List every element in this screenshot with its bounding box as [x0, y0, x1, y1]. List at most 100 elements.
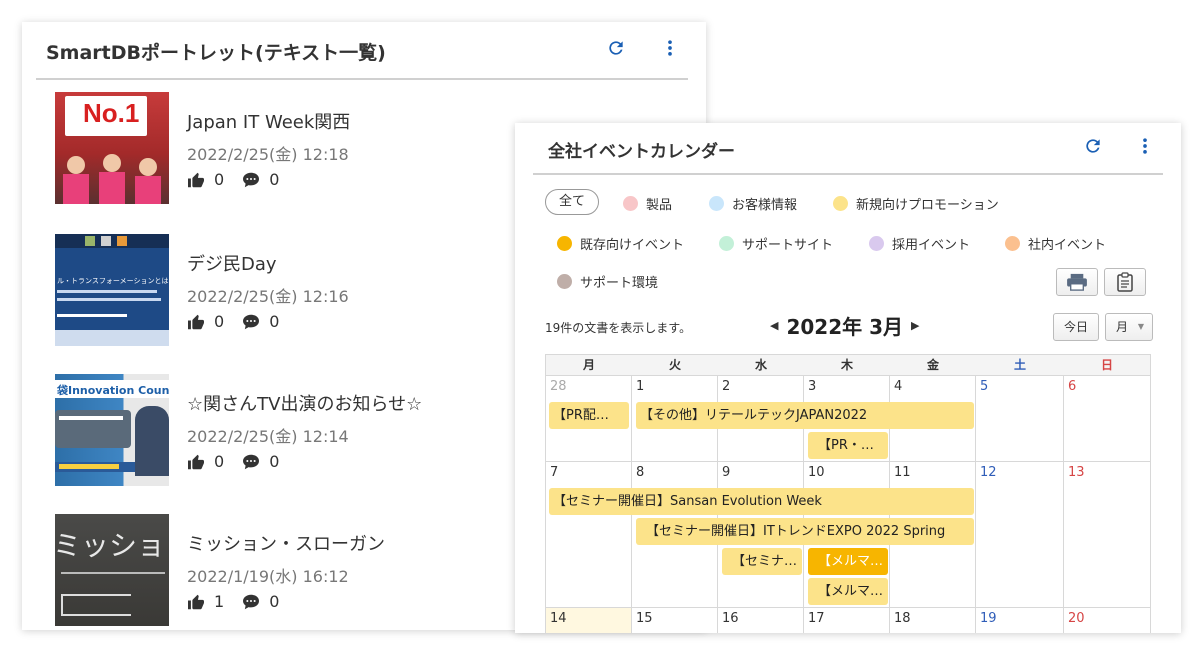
printer-icon	[1067, 273, 1087, 291]
screen: SmartDBポートレット(テキスト一覧) No.1 Japan IT Week…	[0, 0, 1200, 653]
thumbnail-text: ル・トランスフォーメーションとは	[57, 277, 169, 285]
calendar-day[interactable]: 13	[1064, 462, 1151, 607]
like-count[interactable]: 1	[187, 592, 224, 611]
calendar-day[interactable]: 15	[632, 608, 718, 633]
clipboard-button[interactable]	[1104, 268, 1146, 296]
weekday-header: 月 火 水 木 金 土 日	[545, 354, 1151, 376]
calendar-event[interactable]: 【メルマ…	[808, 548, 888, 575]
calendar-day[interactable]: 16	[718, 608, 804, 633]
weekday-label: 金	[926, 358, 939, 372]
portlet-header: SmartDBポートレット(テキスト一覧)	[22, 22, 706, 78]
legend-dot	[833, 196, 848, 211]
thumbs-up-icon	[188, 172, 204, 187]
post-stats: 0 0	[187, 312, 297, 331]
post-stats: 0 0	[187, 170, 297, 189]
weekday-label: 火	[668, 358, 681, 372]
like-count[interactable]: 0	[187, 170, 224, 189]
post-title[interactable]: ミッション・スローガン	[187, 530, 385, 556]
thumbs-up-icon	[188, 454, 204, 469]
comment-count[interactable]: 0	[242, 452, 279, 471]
post-stats: 1 0	[187, 592, 297, 611]
calendar-week: 14 15 16 17 18 19 20	[545, 608, 1151, 633]
month-navigation: ◀ 2022年 3月 ▶	[770, 311, 919, 340]
calendar-event[interactable]: 【セミナ…	[722, 548, 802, 575]
legend-dot	[709, 196, 724, 211]
comment-count[interactable]: 0	[242, 592, 279, 611]
post-thumbnail: No.1	[55, 92, 169, 204]
calendar-day[interactable]: 5	[976, 376, 1064, 461]
legend-item[interactable]: お客様情報	[709, 194, 797, 213]
post-title[interactable]: ☆関さんTV出演のお知らせ☆	[187, 390, 422, 416]
post-title[interactable]: Japan IT Week関西	[187, 108, 350, 134]
legend-dot	[623, 196, 638, 211]
legend-dot	[1005, 236, 1020, 251]
legend-item[interactable]: 採用イベント	[869, 234, 970, 253]
legend-item[interactable]: 既存向けイベント	[557, 234, 684, 253]
divider	[36, 78, 688, 80]
weekday-label: 月	[582, 358, 595, 372]
calendar-event[interactable]: 【PR・…	[808, 432, 888, 459]
post-date: 2022/2/25(金) 12:16	[187, 287, 349, 306]
view-select[interactable]: 月 ▼	[1105, 313, 1153, 341]
thumbnail-text: 袋Innovation Council	[57, 384, 169, 397]
post-stats: 0 0	[187, 452, 297, 471]
legend-item[interactable]: サポート環境	[557, 272, 658, 291]
calendar-day[interactable]: 17	[804, 608, 890, 633]
next-month-icon[interactable]: ▶	[911, 319, 919, 332]
like-count[interactable]: 0	[187, 312, 224, 331]
print-button[interactable]	[1056, 268, 1098, 296]
calendar-day[interactable]: 18	[890, 608, 976, 633]
post-title[interactable]: デジ民Day	[187, 250, 277, 276]
today-button[interactable]: 今日	[1053, 313, 1099, 341]
portlet-title: 全社イベントカレンダー	[548, 142, 735, 162]
legend-item[interactable]: 新規向けプロモーション	[833, 194, 999, 213]
calendar-event[interactable]: 【セミナー開催日】ITトレンドEXPO 2022 Spring	[636, 518, 974, 545]
weekday-label: 木	[840, 358, 853, 372]
event-calendar-portlet: 全社イベントカレンダー 全て 製品 お客様情報 新規向けプロモーション 既存向け…	[515, 123, 1181, 633]
refresh-icon[interactable]	[606, 38, 626, 58]
comment-count[interactable]: 0	[242, 170, 279, 189]
calendar-event[interactable]: 【セミナー開催日】Sansan Evolution Week	[549, 488, 974, 515]
portlet-title: SmartDBポートレット(テキスト一覧)	[46, 42, 386, 64]
more-options-icon[interactable]	[660, 38, 680, 58]
filter-all-button[interactable]: 全て	[545, 189, 599, 215]
legend-item[interactable]: 製品	[623, 194, 672, 213]
post-date: 2022/2/25(金) 12:18	[187, 145, 349, 164]
legend-dot	[869, 236, 884, 251]
clipboard-icon	[1117, 272, 1133, 292]
post-date: 2022/2/25(金) 12:14	[187, 427, 349, 446]
refresh-icon[interactable]	[1083, 136, 1103, 160]
post-thumbnail: ミッション	[55, 514, 169, 626]
legend-dot	[719, 236, 734, 251]
comment-icon	[243, 172, 260, 187]
weekday-label: 日	[1100, 358, 1113, 372]
legend-dot	[557, 274, 572, 289]
legend-item[interactable]: 社内イベント	[1005, 234, 1106, 253]
comment-icon	[243, 454, 260, 469]
calendar-event[interactable]: 【メルマ…	[808, 578, 888, 605]
post-thumbnail: 袋Innovation Council	[55, 374, 169, 486]
thumbs-up-icon	[188, 594, 204, 609]
prev-month-icon[interactable]: ◀	[770, 319, 778, 332]
more-options-icon[interactable]	[1135, 136, 1155, 160]
like-count[interactable]: 0	[187, 452, 224, 471]
calendar-day-today[interactable]: 14	[546, 608, 632, 633]
calendar-week: 7 8 9 10 11 12 13 【セミナー開催日】Sansan Evolut…	[545, 462, 1151, 608]
calendar-day[interactable]: 7	[546, 462, 632, 607]
comment-count[interactable]: 0	[242, 312, 279, 331]
post-date: 2022/1/19(水) 16:12	[187, 567, 349, 586]
calendar-day[interactable]: 12	[976, 462, 1064, 607]
calendar-day[interactable]: 6	[1064, 376, 1151, 461]
weekday-label: 土	[1013, 358, 1026, 372]
calendar-event[interactable]: 【その他】リテールテックJAPAN2022	[636, 402, 974, 429]
calendar-day[interactable]: 20	[1064, 608, 1151, 633]
legend-item[interactable]: サポートサイト	[719, 234, 833, 253]
month-title: 2022年 3月	[786, 315, 904, 339]
divider	[533, 173, 1163, 175]
thumbnail-text: ミッション	[55, 529, 169, 562]
calendar-event[interactable]: 【PR配…	[549, 402, 629, 429]
chevron-down-icon: ▼	[1137, 322, 1144, 331]
comment-icon	[243, 594, 260, 609]
weekday-label: 水	[754, 358, 767, 372]
calendar-day[interactable]: 19	[976, 608, 1064, 633]
